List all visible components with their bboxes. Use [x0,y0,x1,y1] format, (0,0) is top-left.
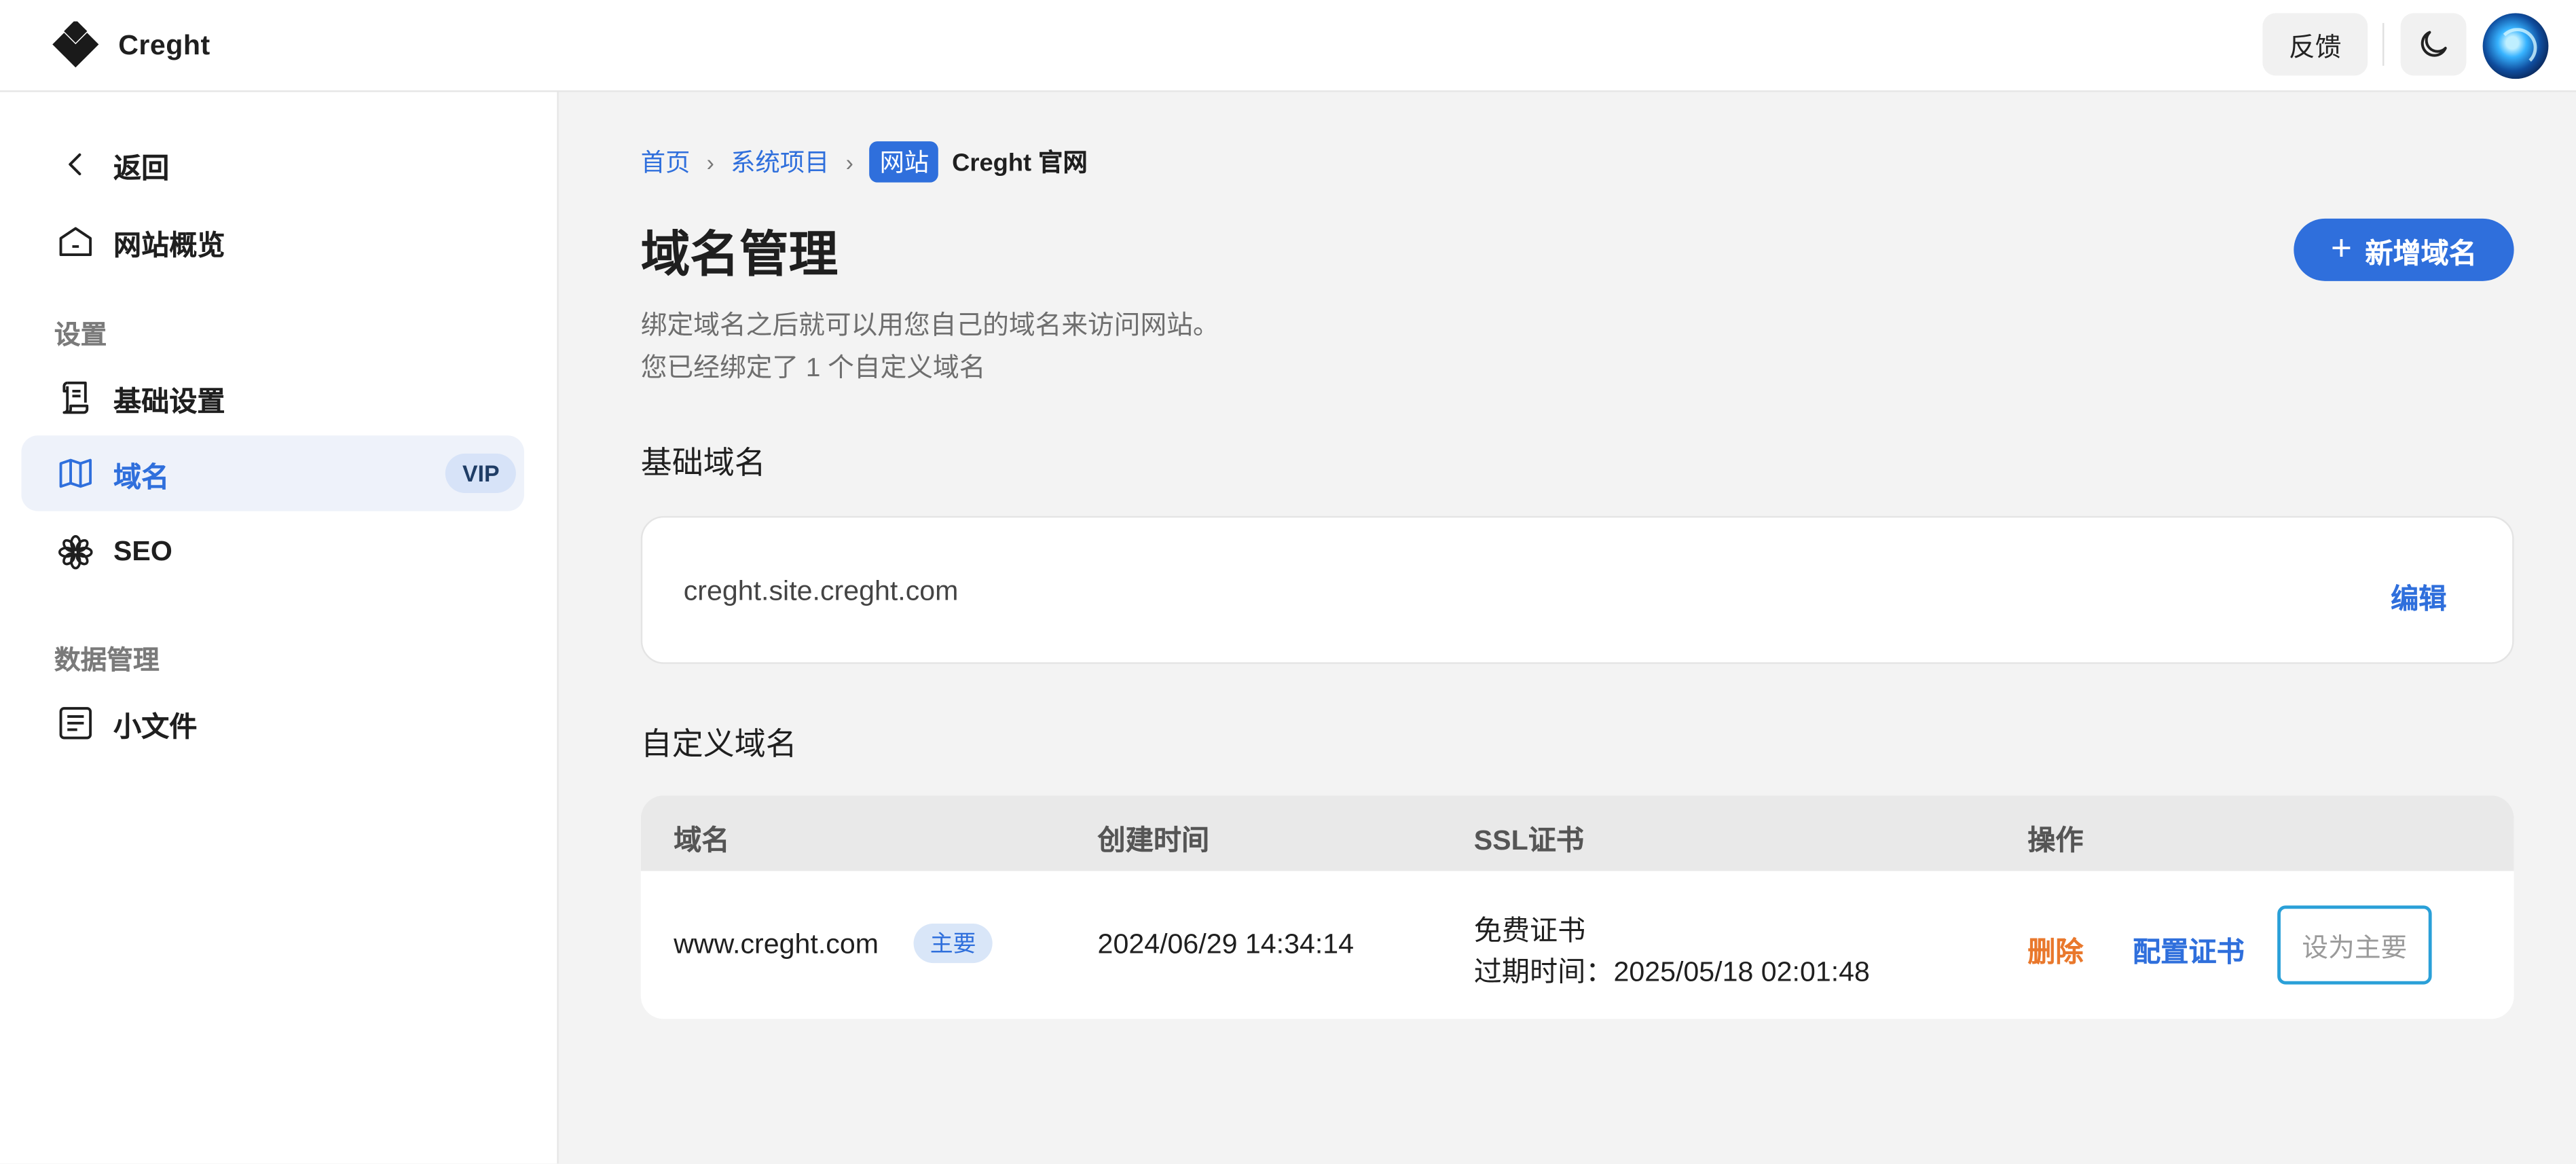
sidebar-section-settings: 设置 [54,322,107,350]
row-domain: www.creght.com [674,928,879,960]
feedback-button[interactable]: 反馈 [2262,13,2368,76]
breadcrumb-type-badge: 网站 [870,141,939,183]
sidebar-item-label: 小文件 [113,710,198,742]
map-icon [54,452,97,495]
column-header-created: 创建时间 [1097,824,1210,856]
logo-icon [52,21,99,68]
sidebar: 返回 网站概览 设置 基础设置 域名 VIP SEO 数据管理 小文件 [0,92,559,1164]
row-ssl-expire: 过期时间：2025/05/18 02:01:48 [1473,956,1870,988]
plus-icon: + [2330,226,2353,268]
column-header-actions: 操作 [2027,824,2084,856]
sidebar-section-data: 数据管理 [54,647,160,676]
add-domain-button[interactable]: + 新增域名 [2294,218,2514,281]
sidebar-back-button[interactable]: 返回 [21,126,524,202]
theme-toggle-button[interactable] [2400,13,2467,76]
moon-icon [2421,31,2447,57]
sidebar-item-seo[interactable]: SEO [21,514,524,589]
breadcrumb-projects[interactable]: 系统项目 [731,145,829,179]
sidebar-item-label: 返回 [113,151,170,183]
breadcrumb: 首页 › 系统项目 › 网站 Creght 官网 [641,141,1088,183]
add-domain-label: 新增域名 [2365,237,2477,269]
file-list-icon [54,702,97,744]
breadcrumb-home[interactable]: 首页 [641,145,691,179]
sidebar-item-label: SEO [113,535,172,567]
base-domain-value: creght.site.creght.com [683,575,959,606]
sidebar-item-label: 基础设置 [113,385,225,417]
set-primary-button[interactable]: 设为主要 [2277,905,2432,985]
column-header-domain: 域名 [674,824,730,856]
base-domain-title: 基础域名 [640,447,766,482]
configure-cert-button[interactable]: 配置证书 [2133,928,2245,970]
primary-badge: 主要 [913,924,993,964]
sidebar-item-overview[interactable]: 网站概览 [21,204,524,279]
main-content: 首页 › 系统项目 › 网站 Creght 官网 域名管理 绑定域名之后就可以用… [559,92,2576,1164]
chevron-left-icon [54,143,97,186]
app-root: Creght 反馈 返回 网站概览 设置 基础设置 域名 VIP SEO 数据管… [0,0,2576,1164]
sidebar-item-files[interactable]: 小文件 [21,685,524,761]
avatar[interactable] [2482,13,2549,79]
sidebar-item-label: 网站概览 [113,229,225,261]
vip-badge: VIP [445,453,516,493]
header-divider [2382,22,2385,66]
chevron-right-icon: › [706,149,714,175]
edit-base-domain-button[interactable]: 编辑 [2391,575,2446,617]
table-header: 域名 创建时间 SSL证书 操作 [640,795,2514,871]
row-created-time: 2024/06/29 14:34:14 [1097,928,1355,960]
page-description: 绑定域名之后就可以用您自己的域名来访问网站。 [640,312,1219,340]
column-header-ssl: SSL证书 [1473,824,1585,856]
domain-count-text: 您已经绑定了 1 个自定义域名 [640,354,986,383]
app-inner: Creght 反馈 返回 网站概览 设置 基础设置 域名 VIP SEO 数据管… [0,0,2576,1164]
flower-icon [54,531,97,574]
sidebar-item-basic-settings[interactable]: 基础设置 [21,360,524,435]
logo[interactable]: Creght [52,20,210,72]
delete-domain-button[interactable]: 删除 [2027,928,2083,970]
brand-name: Creght [118,29,210,61]
row-ssl-type: 免费证书 [1473,915,1586,947]
custom-domain-title: 自定义域名 [640,728,797,763]
document-settings-icon [54,376,97,419]
home-icon [54,220,97,263]
sidebar-item-label: 域名 [113,460,170,492]
chevron-right-icon: › [845,149,853,175]
custom-domain-table: 域名 创建时间 SSL证书 操作 www.creght.com 主要 2024/… [640,795,2514,1019]
base-domain-card: creght.site.creght.com 编辑 [640,515,2514,664]
breadcrumb-current: Creght 官网 [952,149,1088,178]
sidebar-item-domain[interactable]: 域名 VIP [21,435,524,511]
top-header: Creght 反馈 [0,0,2576,92]
page-title: 域名管理 [640,228,839,283]
